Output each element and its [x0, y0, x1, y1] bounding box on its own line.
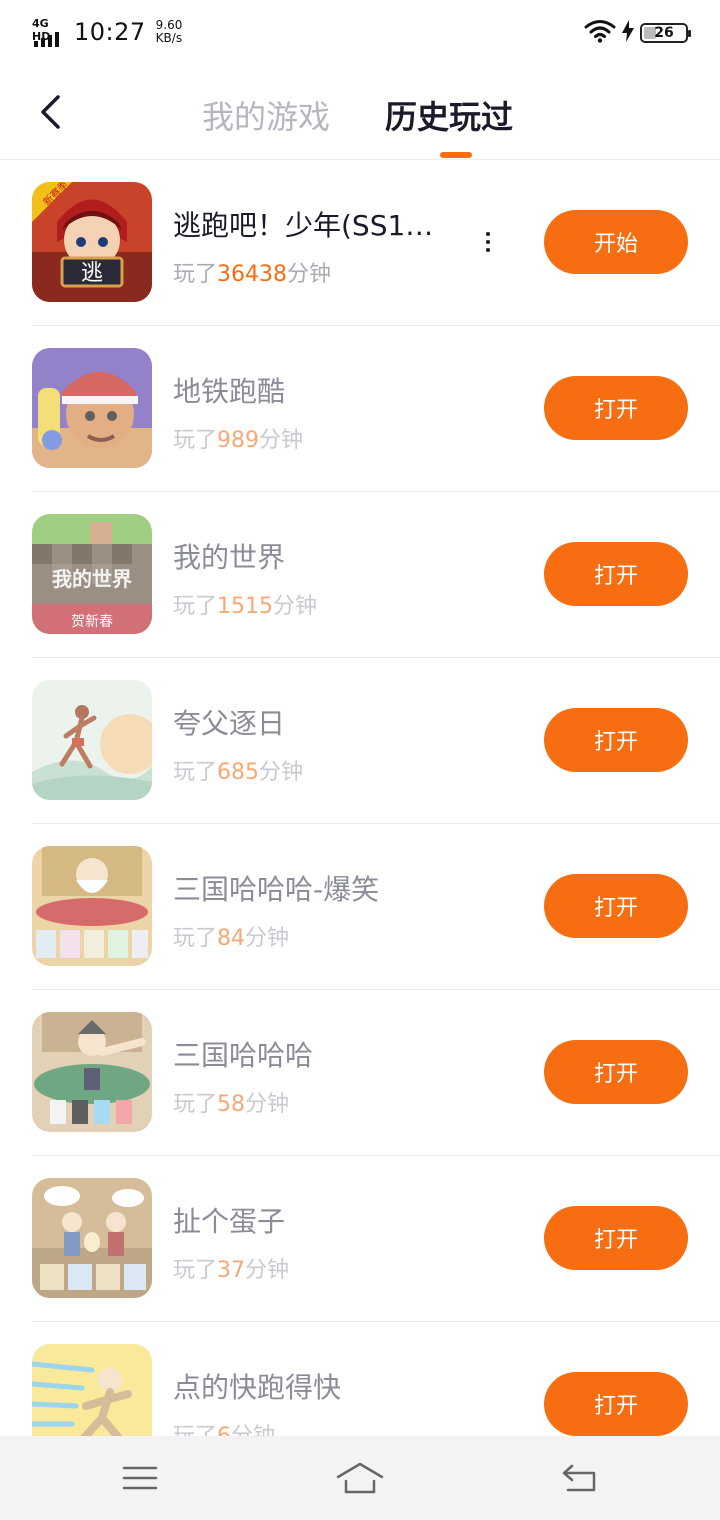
game-row[interactable]: 我的世界 贺新春 我的世界 玩了1515分钟 打开	[0, 492, 720, 658]
play-time-minutes: 1515	[217, 594, 274, 619]
play-time-minutes: 989	[217, 428, 260, 453]
status-right: 26	[584, 18, 691, 48]
play-time-prefix: 玩了	[173, 428, 218, 453]
more-options-icon[interactable]	[474, 226, 502, 258]
game-name: 夸父逐日	[173, 707, 286, 740]
play-time: 玩了6分钟	[173, 1418, 275, 1436]
status-bar: 4G HD 10:27 9.60 KB/s 26	[0, 0, 720, 66]
play-time: 玩了36438分钟	[173, 256, 331, 288]
game-row[interactable]: 三国哈哈哈 玩了58分钟 打开	[0, 990, 720, 1156]
back-arrow-icon	[41, 95, 60, 129]
game-name: 扯个蛋子	[173, 1205, 286, 1238]
three-kingdoms-game-icon[interactable]	[32, 1012, 152, 1132]
header: 我的游戏 历史玩过	[0, 66, 720, 160]
play-time-suffix: 分钟	[287, 262, 332, 287]
kuafu-game-icon[interactable]	[32, 680, 152, 800]
status-time: 10:27	[74, 18, 146, 46]
game-name: 三国哈哈哈-爆笑	[173, 873, 380, 906]
play-time-prefix: 玩了	[173, 1258, 218, 1283]
menu-icon	[122, 1466, 158, 1490]
status-left: 4G HD 10:27 9.60 KB/s	[32, 14, 182, 50]
play-time-suffix: 分钟	[245, 926, 290, 951]
active-tab-indicator	[440, 152, 472, 158]
icon-text: 我的世界	[52, 567, 132, 591]
system-navigation-bar	[0, 1436, 720, 1520]
play-time: 玩了58分钟	[173, 1086, 289, 1118]
three-kingdoms-laugh-game-icon[interactable]	[32, 846, 152, 966]
play-time-minutes: 37	[217, 1258, 246, 1283]
fast-runner-game-icon[interactable]	[32, 1344, 152, 1436]
open-button[interactable]: 打开	[544, 1040, 688, 1104]
play-time-suffix: 分钟	[259, 428, 304, 453]
open-button[interactable]: 打开	[544, 376, 688, 440]
icon-badge-text: 贺新春	[71, 614, 113, 630]
game-history-list[interactable]: 逃 新赛季 逃跑吧！少年(SS1… 玩了36438分钟 开始 地铁跑酷 玩了98…	[0, 160, 720, 1436]
open-button[interactable]: 打开	[544, 1206, 688, 1270]
game-name: 点的快跑得快	[173, 1371, 342, 1404]
escape-boy-game-icon[interactable]: 逃 新赛季	[32, 182, 152, 302]
play-time-minutes: 36438	[217, 262, 288, 287]
menu-button[interactable]	[110, 1454, 170, 1502]
play-time-minutes: 685	[217, 760, 260, 785]
home-button[interactable]	[330, 1454, 390, 1502]
play-time-suffix: 分钟	[259, 760, 304, 785]
network-speed: 9.60 KB/s	[156, 19, 183, 45]
icon-text: 逃	[81, 261, 103, 286]
open-button[interactable]: 打开	[544, 874, 688, 938]
play-time-prefix: 玩了	[173, 926, 218, 951]
play-time: 玩了37分钟	[173, 1252, 289, 1284]
play-time: 玩了84分钟	[173, 920, 289, 952]
play-time-suffix: 分钟	[245, 1258, 290, 1283]
game-name: 逃跑吧！少年(SS1…	[173, 209, 434, 242]
subway-surfers-game-icon[interactable]	[32, 348, 152, 468]
open-button[interactable]: 打开	[544, 542, 688, 606]
tab-history-played[interactable]: 历史玩过	[385, 92, 513, 138]
game-row[interactable]: 地铁跑酷 玩了989分钟 打开	[0, 326, 720, 492]
minecraft-game-icon[interactable]: 我的世界 贺新春	[32, 514, 152, 634]
charging-icon	[622, 20, 634, 46]
game-row[interactable]: 扯个蛋子 玩了37分钟 打开	[0, 1156, 720, 1322]
play-time-prefix: 玩了	[173, 1424, 217, 1436]
play-time-prefix: 玩了	[173, 760, 218, 785]
start-button[interactable]: 开始	[544, 210, 688, 274]
play-time-suffix: 分钟	[231, 1424, 275, 1436]
play-time: 玩了685分钟	[173, 754, 303, 786]
open-button[interactable]: 打开	[544, 708, 688, 772]
play-time-minutes: 58	[217, 1092, 246, 1117]
return-icon	[562, 1464, 596, 1492]
egg-game-icon[interactable]	[32, 1178, 152, 1298]
home-icon	[336, 1462, 384, 1494]
tab-my-games[interactable]: 我的游戏	[202, 92, 330, 138]
battery-icon: 26	[640, 23, 691, 43]
play-time: 玩了1515分钟	[173, 588, 317, 620]
back-nav-button[interactable]	[550, 1454, 610, 1502]
play-time-prefix: 玩了	[173, 594, 218, 619]
game-name: 三国哈哈哈	[173, 1039, 314, 1072]
play-time-prefix: 玩了	[173, 1092, 218, 1117]
play-time-minutes: 6	[217, 1424, 231, 1436]
play-time: 玩了989分钟	[173, 422, 303, 454]
game-row[interactable]: 点的快跑得快 玩了6分钟 打开	[0, 1322, 720, 1436]
play-time-prefix: 玩了	[173, 262, 218, 287]
open-button[interactable]: 打开	[544, 1372, 688, 1436]
play-time-minutes: 84	[217, 926, 246, 951]
cellular-signal-icon: 4G HD	[32, 17, 66, 47]
game-name: 我的世界	[173, 541, 286, 574]
game-row[interactable]: 逃 新赛季 逃跑吧！少年(SS1… 玩了36438分钟 开始	[0, 160, 720, 326]
game-row[interactable]: 三国哈哈哈-爆笑 玩了84分钟 打开	[0, 824, 720, 990]
speed-unit: KB/s	[155, 31, 183, 45]
back-button[interactable]	[28, 86, 72, 138]
game-row[interactable]: 夸父逐日 玩了685分钟 打开	[0, 658, 720, 824]
wifi-icon	[584, 19, 616, 47]
play-time-suffix: 分钟	[273, 594, 318, 619]
play-time-suffix: 分钟	[245, 1092, 290, 1117]
game-name: 地铁跑酷	[173, 375, 286, 408]
battery-level: 26	[654, 25, 674, 41]
